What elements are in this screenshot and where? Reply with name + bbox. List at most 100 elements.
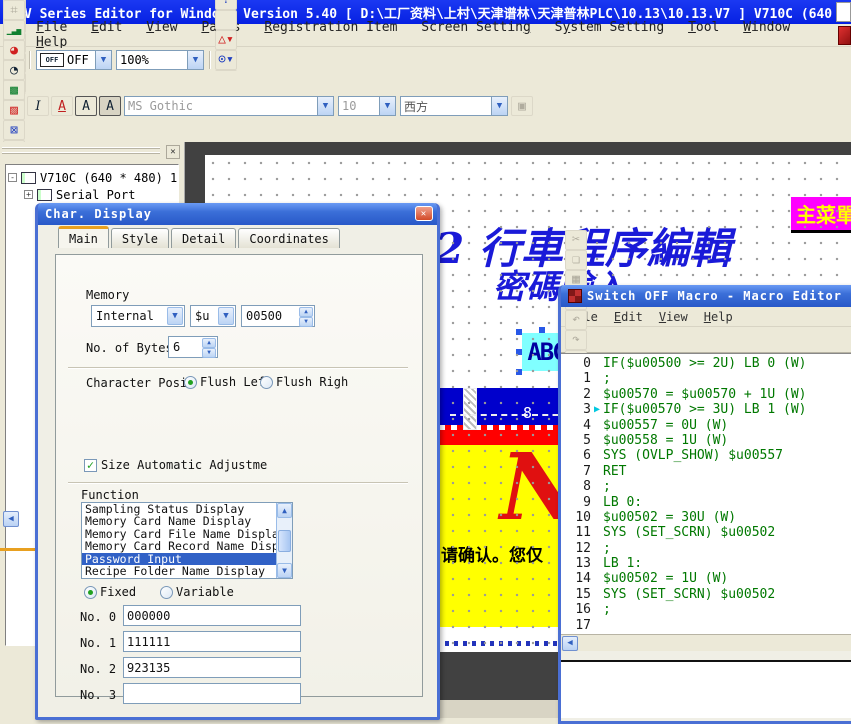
part-button[interactable]: ⊠ (3, 120, 25, 140)
toolbar-button[interactable]: ❏ (565, 250, 587, 270)
menu-item[interactable]: Edit (83, 18, 130, 37)
no0-input[interactable] (123, 605, 301, 626)
memory-prefix-combo[interactable]: $u▼ (190, 305, 236, 327)
charset-combo[interactable]: 西方 ▼ (400, 96, 508, 116)
menu-item[interactable]: View (138, 18, 185, 37)
toolbar-button[interactable]: ⊙▾ (215, 50, 237, 70)
part-button[interactable]: ▨ (3, 100, 25, 120)
memory-type-combo[interactable]: Internal▼ (91, 305, 185, 327)
code-line[interactable]: 1 ; (561, 371, 851, 386)
boxed-text-active-button[interactable]: A (99, 96, 121, 116)
chevron-down-icon[interactable]: ▼ (317, 97, 333, 115)
toolbar-button[interactable] (215, 10, 237, 30)
no3-input[interactable] (123, 683, 301, 704)
function-listbox[interactable]: Sampling Status DisplayMemory Card Name … (81, 502, 293, 579)
close-icon[interactable]: ✕ (166, 145, 180, 159)
off-state-combo[interactable]: OFF OFF ▼ (36, 50, 112, 70)
part-button[interactable]: ▩ (3, 80, 25, 100)
numeric-display-element[interactable]: 8 (523, 404, 532, 422)
boxed-text-button[interactable]: A (75, 96, 97, 116)
flush-left-radio[interactable]: Flush Lef (184, 375, 265, 389)
function-list-item[interactable]: Recipe Folder Name Display (82, 565, 292, 577)
flush-right-radio[interactable]: Flush Righ (260, 375, 348, 389)
radio-circle[interactable] (260, 376, 273, 389)
menu-item[interactable]: Registration Item (256, 18, 405, 37)
code-line[interactable]: 9 LB 0: (561, 495, 851, 510)
code-line[interactable]: 2 $u00570 = $u00570 + 1U (W) (561, 387, 851, 402)
menu-item[interactable]: View (651, 309, 696, 325)
no1-input[interactable] (123, 631, 301, 652)
code-line[interactable]: 8 ; (561, 479, 851, 494)
tree-expand-icon[interactable]: - (8, 173, 17, 182)
code-line[interactable]: 5 $u00558 = 1U (W) (561, 433, 851, 448)
tree-item[interactable]: + Serial Port (8, 186, 176, 203)
zoom-level-combo[interactable]: 100% ▼ (116, 50, 204, 70)
part-button[interactable]: ⌗ (3, 0, 25, 20)
no2-input[interactable] (123, 657, 301, 678)
menu-item[interactable]: Screen Setting (413, 18, 539, 37)
selection-handle[interactable] (516, 349, 522, 355)
size-auto-adjust-checkbox[interactable]: ✓Size Automatic Adjustme (84, 458, 267, 472)
scrollbar-thumb[interactable] (278, 530, 291, 552)
part-button[interactable]: ◔ (3, 60, 25, 80)
chevron-down-icon[interactable]: ▼ (95, 51, 111, 69)
part-button[interactable]: ▁▃▅ (3, 20, 25, 40)
code-line[interactable]: 15 SYS (SET_SCRN) $u00502 (561, 587, 851, 602)
dialog-tab[interactable]: Main (58, 226, 109, 248)
dialog-tab[interactable]: Style (111, 228, 169, 248)
font-size-combo[interactable]: 10 ▼ (338, 96, 396, 116)
chevron-down-icon[interactable]: ▼ (187, 51, 203, 69)
selection-handle[interactable] (539, 327, 545, 333)
menu-item[interactable]: Window (735, 18, 798, 37)
variable-radio[interactable]: Variable (160, 585, 234, 599)
macro-code-area[interactable]: 0 IF($u00500 >= 2U) LB 0 (W) 1 ; 2 $u00 (561, 353, 851, 634)
listbox-scrollbar[interactable]: ▲ ▼ (276, 503, 292, 578)
checkbox-check-icon[interactable]: ✓ (84, 459, 97, 472)
selection-handle[interactable] (516, 369, 522, 375)
menu-item[interactable]: Tool (680, 18, 727, 37)
code-line[interactable]: 6 SYS (OVLP_SHOW) $u00557 (561, 448, 851, 463)
chevron-down-icon[interactable]: ▼ (218, 307, 234, 325)
radio-circle[interactable] (84, 586, 97, 599)
font-name-combo[interactable]: MS Gothic ▼ (124, 96, 334, 116)
code-line[interactable]: 3 ▶ IF($u00570 >= 3U) LB 1 (W) (561, 402, 851, 417)
menu-item[interactable]: Edit (606, 309, 651, 325)
scroll-up-icon[interactable]: ▲ (277, 503, 292, 518)
chevron-down-icon[interactable]: ▼ (167, 307, 183, 325)
code-line[interactable]: 17 (561, 618, 851, 633)
fixed-radio[interactable]: Fixed (84, 585, 136, 599)
spinner-buttons[interactable]: ▲▼ (202, 338, 216, 356)
code-line[interactable]: 13 LB 1: (561, 556, 851, 571)
italic-button[interactable]: I (27, 96, 49, 116)
tree-expand-icon[interactable]: + (24, 190, 33, 199)
close-icon[interactable]: ✕ (415, 206, 433, 221)
chevron-down-icon[interactable]: ▼ (379, 97, 395, 115)
radio-circle[interactable] (184, 376, 197, 389)
menu-item[interactable]: System Setting (547, 18, 673, 37)
toolbar-button[interactable]: ✂ (565, 230, 587, 250)
bytes-spinner[interactable]: 6 ▲▼ (168, 336, 218, 358)
toolbar-button[interactable]: ↶ (565, 310, 587, 330)
menu-item[interactable]: Help (696, 309, 741, 325)
tree-item[interactable]: - V710C (640 * 480) 128- (8, 169, 176, 186)
hatched-bar-element[interactable] (463, 388, 477, 430)
code-line[interactable]: 12 ; (561, 541, 851, 556)
memory-address-spinner[interactable]: 00500 ▲▼ (241, 305, 315, 327)
toolbar-button[interactable]: ? (215, 0, 237, 10)
part-button[interactable]: ◕ (3, 40, 25, 60)
chevron-down-icon[interactable]: ▼ (491, 97, 507, 115)
dialog-tab[interactable]: Detail (171, 228, 236, 248)
radio-circle[interactable] (160, 586, 173, 599)
toolbar-button[interactable]: ↷ (565, 330, 587, 350)
spinner-buttons[interactable]: ▲▼ (299, 307, 313, 325)
scroll-left-icon[interactable]: ◀ (562, 636, 578, 651)
menubar-right-icon[interactable] (838, 26, 851, 45)
toolbar-button[interactable]: △▾ (215, 30, 237, 50)
macro-horizontal-scrollbar[interactable]: ◀ (561, 634, 851, 651)
macro-title-bar[interactable]: Switch OFF Macro - Macro Editor (561, 285, 851, 307)
code-line[interactable]: 16 ; (561, 602, 851, 617)
panel-gripper[interactable] (2, 147, 160, 149)
dialog-title-bar[interactable]: Char. Display ✕ (38, 203, 437, 225)
code-line[interactable]: 14 $u00502 = 1U (W) (561, 571, 851, 586)
dialog-tab[interactable]: Coordinates (238, 228, 339, 248)
